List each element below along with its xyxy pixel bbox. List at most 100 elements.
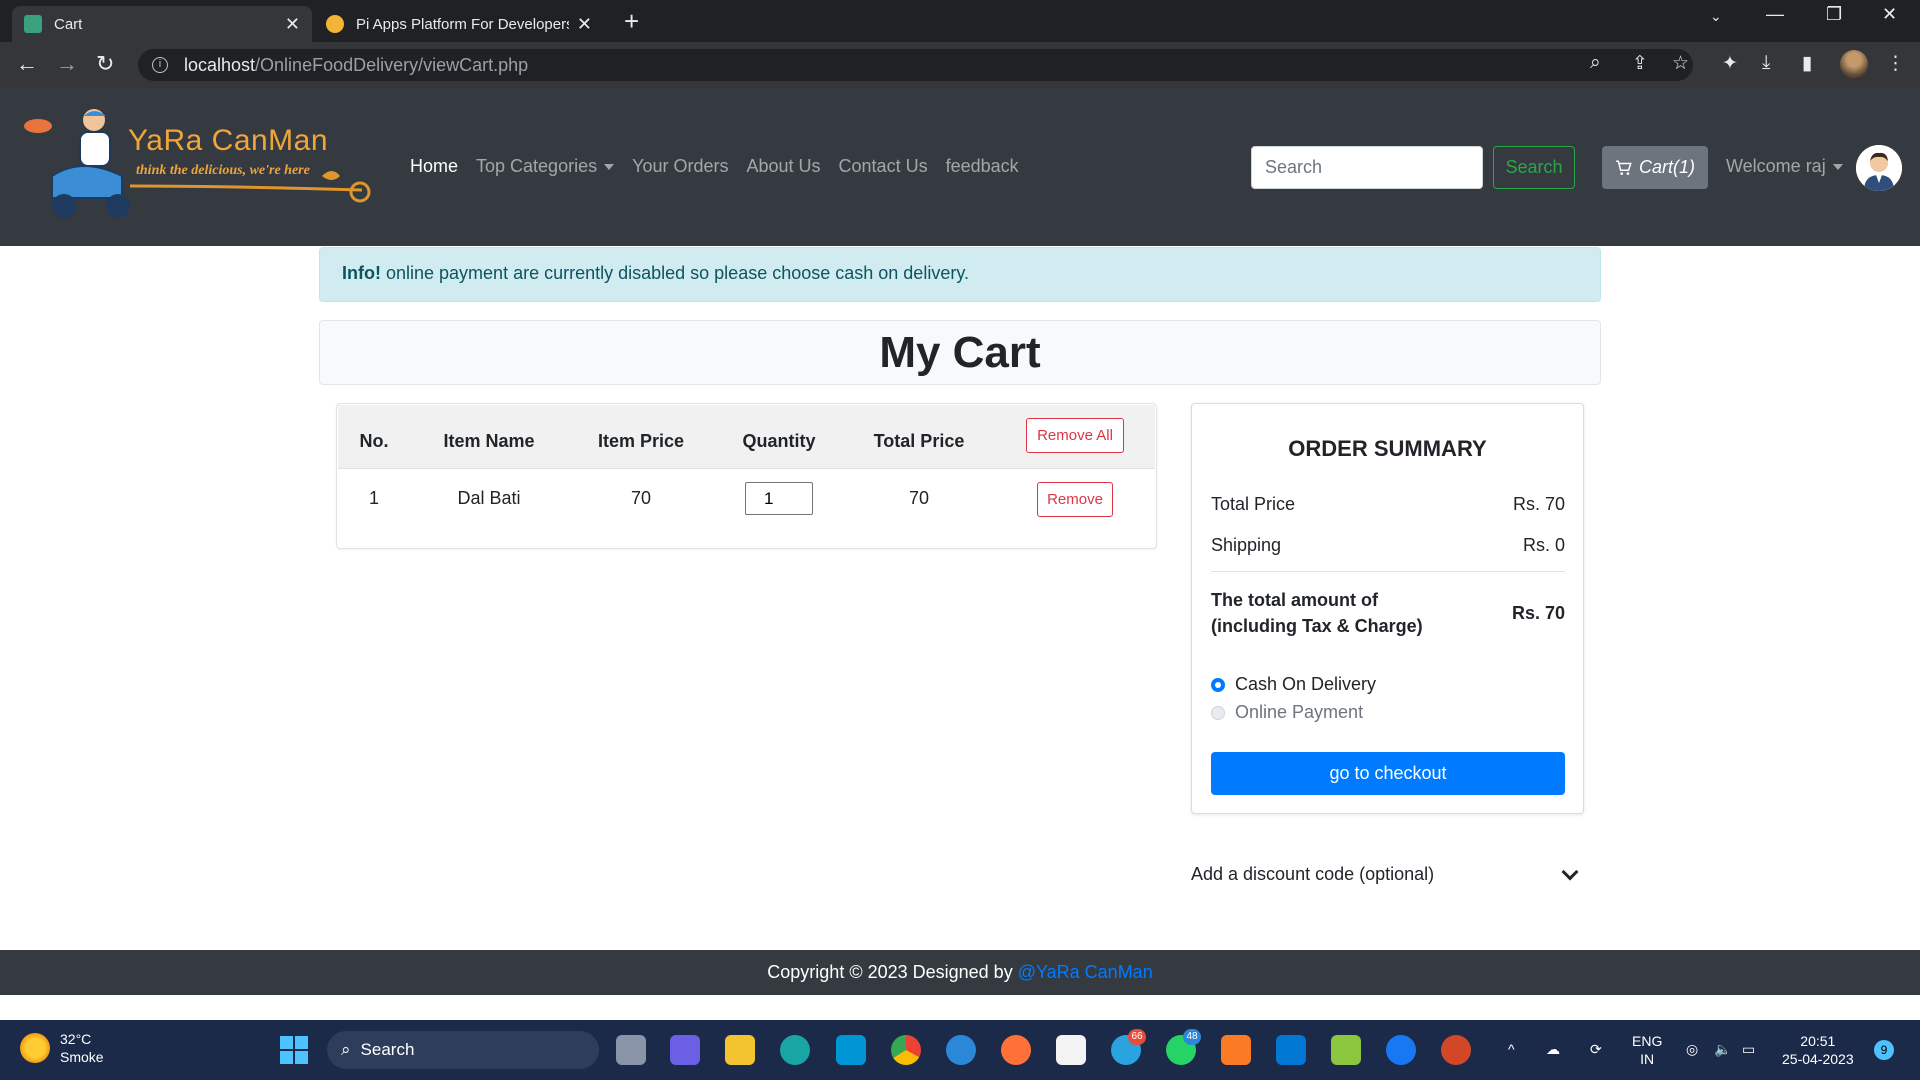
remove-item-button[interactable]: Remove xyxy=(1037,482,1113,517)
whatsapp-badge: 48 xyxy=(1183,1029,1201,1045)
summary-shipping-row: Shipping Rs. 0 xyxy=(1211,535,1565,556)
restore-icon[interactable]: ❐ xyxy=(1826,4,1842,25)
vscode-icon[interactable] xyxy=(1276,1035,1306,1065)
onedrive-icon[interactable]: ☁ xyxy=(1546,1040,1560,1058)
language-indicator[interactable]: ENG IN xyxy=(1632,1032,1662,1068)
windows-start-icon[interactable] xyxy=(280,1036,308,1064)
taskbar-search-label: Search xyxy=(360,1040,415,1059)
address-bar[interactable]: i localhost/OnlineFoodDelivery/viewCart.… xyxy=(138,49,1693,81)
browser-profile-avatar[interactable] xyxy=(1840,50,1868,78)
new-tab-icon[interactable]: + xyxy=(624,6,639,37)
sync-icon[interactable]: ⟳ xyxy=(1590,1040,1602,1058)
page-title-banner: My Cart xyxy=(319,320,1601,385)
nav-top-categories[interactable]: Top Categories xyxy=(476,156,615,177)
footer-text: Copyright © 2023 Designed by xyxy=(767,962,1018,982)
task-view-icon[interactable] xyxy=(616,1035,646,1065)
os-taskbar: 32°C Smoke ⌕ Search 66 48 ^ ☁ ⟳ ENG IN ◎… xyxy=(0,1020,1920,1080)
reload-icon[interactable]: ↻ xyxy=(96,51,114,77)
summary-divider xyxy=(1211,571,1565,572)
weather-temperature: 32°C xyxy=(60,1031,92,1047)
download-icon[interactable]: ⤓ xyxy=(1762,52,1770,74)
weather-widget[interactable]: 32°C Smoke xyxy=(20,1030,104,1066)
payment-cash-on-delivery[interactable]: Cash On Delivery xyxy=(1211,674,1376,695)
brand-name: YaRa CanMan xyxy=(128,124,329,157)
volume-icon[interactable]: 🔈 xyxy=(1714,1040,1731,1058)
side-panel-icon[interactable]: ▮ xyxy=(1802,52,1812,75)
clock-date: 25-04-2023 xyxy=(1782,1051,1854,1067)
network-icon[interactable]: ◎ xyxy=(1686,1040,1698,1058)
telegram-badge: 66 xyxy=(1128,1029,1146,1045)
forward-icon[interactable]: → xyxy=(56,51,78,77)
tab-cart[interactable]: Cart ✕ xyxy=(12,6,312,42)
menu-kebab-icon[interactable]: ⋮ xyxy=(1886,52,1905,75)
discount-code-toggle[interactable]: Add a discount code (optional) xyxy=(1191,863,1584,885)
bookmark-star-icon[interactable]: ☆ xyxy=(1672,52,1689,75)
battery-icon[interactable]: ▭ xyxy=(1742,1040,1755,1058)
row-item-name: Dal Bati xyxy=(457,488,521,508)
url-path: /OnlineFoodDelivery/viewCart.php xyxy=(255,54,529,75)
nav-feedback[interactable]: feedback xyxy=(946,156,1019,177)
close-tab-icon[interactable]: ✕ xyxy=(285,14,300,35)
remove-all-button[interactable]: Remove All xyxy=(1026,418,1124,453)
scooter-wheel-front xyxy=(106,194,130,218)
tab-pi-apps[interactable]: Pi Apps Platform For Developers ✕ xyxy=(314,6,604,42)
food-plate-shape xyxy=(24,119,52,133)
radio-checked-icon xyxy=(1211,677,1225,692)
nav-home[interactable]: Home xyxy=(410,156,458,177)
help-icon[interactable] xyxy=(946,1035,976,1065)
tray-overflow-icon[interactable]: ^ xyxy=(1508,1040,1515,1058)
site-info-icon[interactable]: i xyxy=(152,57,168,73)
facebook-icon[interactable] xyxy=(1386,1035,1416,1065)
shipping-value: Rs. 0 xyxy=(1522,535,1565,555)
discount-label: Add a discount code (optional) xyxy=(1191,864,1435,884)
alert-message: online payment are currently disabled so… xyxy=(380,263,969,283)
tab-search-icon[interactable]: ⌄ xyxy=(1710,8,1722,25)
cart-icon xyxy=(1616,160,1632,175)
summary-grand-total-row: The total amount of (including Tax & Cha… xyxy=(1211,587,1565,639)
cart-button[interactable]: Cart(1) xyxy=(1602,146,1708,189)
notepadpp-icon[interactable] xyxy=(1331,1035,1361,1065)
nav-contact-us[interactable]: Contact Us xyxy=(839,156,928,177)
chrome-icon[interactable] xyxy=(891,1035,921,1065)
info-alert: Info! online payment are currently disab… xyxy=(319,247,1601,302)
firefox-icon[interactable] xyxy=(1001,1035,1031,1065)
user-menu[interactable]: Welcome raj xyxy=(1726,156,1843,177)
powerpoint-icon[interactable] xyxy=(1441,1035,1471,1065)
weather-sun-icon xyxy=(20,1033,50,1063)
site-search-input[interactable] xyxy=(1251,146,1483,189)
grand-total-value: Rs. 70 xyxy=(1511,602,1565,623)
close-window-icon[interactable]: ✕ xyxy=(1882,4,1897,25)
nav-about-us[interactable]: About Us xyxy=(746,156,820,177)
chevron-down-icon xyxy=(1561,863,1579,880)
notification-badge[interactable]: 9 xyxy=(1874,1040,1894,1060)
back-icon[interactable]: ← xyxy=(16,51,38,77)
user-avatar[interactable] xyxy=(1856,145,1902,191)
order-summary-title: ORDER SUMMARY xyxy=(1288,436,1487,461)
grand-total-label: The total amount of (including Tax & Cha… xyxy=(1211,587,1423,639)
myhp-icon[interactable] xyxy=(836,1035,866,1065)
logo-swoosh xyxy=(129,184,363,192)
edge-icon[interactable] xyxy=(780,1035,810,1065)
nav-your-orders[interactable]: Your Orders xyxy=(632,156,728,177)
tab-title: Pi Apps Platform For Developers xyxy=(356,15,569,33)
quantity-input[interactable] xyxy=(745,482,813,515)
pi-favicon xyxy=(326,15,344,33)
xampp-icon[interactable] xyxy=(1221,1035,1251,1065)
store-icon[interactable] xyxy=(1056,1035,1086,1065)
zoom-icon[interactable]: ⌕ xyxy=(1590,52,1601,74)
taskbar-search[interactable]: ⌕ Search xyxy=(327,1031,599,1069)
file-explorer-icon[interactable] xyxy=(725,1035,755,1065)
site-search-button[interactable]: Search xyxy=(1493,146,1575,189)
minimize-icon[interactable]: — xyxy=(1766,4,1784,25)
footer-designer-link[interactable]: @YaRa CanMan xyxy=(1018,962,1153,982)
grand-total-label-line-1: The total amount of xyxy=(1211,590,1378,610)
clock[interactable]: 20:51 25-04-2023 xyxy=(1782,1032,1854,1068)
extensions-icon[interactable]: ✦ xyxy=(1722,52,1738,75)
site-footer: Copyright © 2023 Designed by @YaRa CanMa… xyxy=(0,950,1920,995)
share-icon[interactable]: ⇪ xyxy=(1632,52,1648,75)
teams-chat-icon[interactable] xyxy=(670,1035,700,1065)
summary-total-row: Total Price Rs. 70 xyxy=(1211,494,1565,515)
browser-tab-bar: Cart ✕ Pi Apps Platform For Developers ✕… xyxy=(0,0,1920,42)
close-tab-icon[interactable]: ✕ xyxy=(577,14,592,35)
checkout-button[interactable]: go to checkout xyxy=(1211,752,1565,795)
